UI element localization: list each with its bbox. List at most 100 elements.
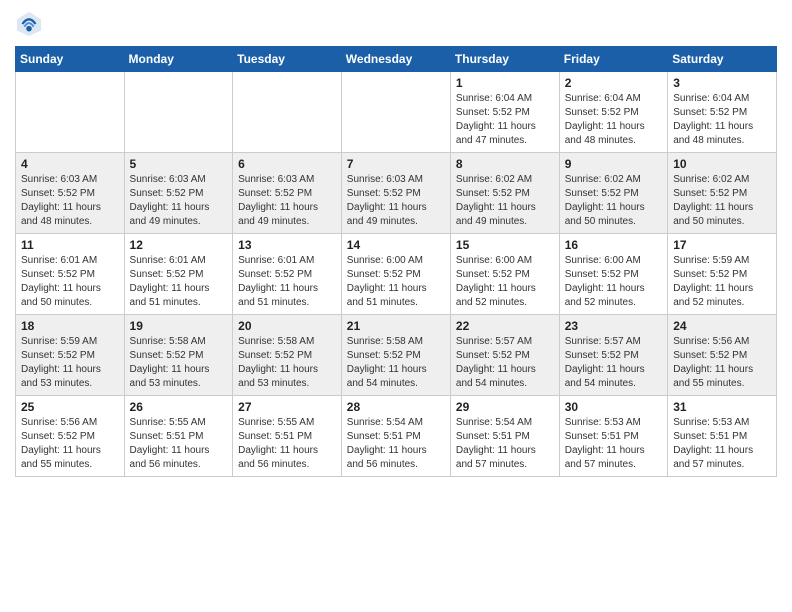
day-number: 27 [238,400,336,414]
day-number: 4 [21,157,119,171]
day-header-friday: Friday [559,47,667,72]
calendar-week-3: 11 Sunrise: 6:01 AM Sunset: 5:52 PM Dayli… [16,234,777,315]
day-info: Sunrise: 5:58 AM Sunset: 5:52 PM Dayligh… [238,335,336,391]
day-number: 10 [673,157,771,171]
calendar-cell [341,72,450,153]
day-info: Sunrise: 6:04 AM Sunset: 5:52 PM Dayligh… [456,92,554,148]
day-number: 6 [238,157,336,171]
day-info: Sunrise: 6:00 AM Sunset: 5:52 PM Dayligh… [456,254,554,310]
day-number: 19 [130,319,228,333]
day-number: 30 [565,400,662,414]
day-number: 11 [21,238,119,252]
day-info: Sunrise: 5:54 AM Sunset: 5:51 PM Dayligh… [347,416,445,472]
day-info: Sunrise: 5:58 AM Sunset: 5:52 PM Dayligh… [347,335,445,391]
day-number: 5 [130,157,228,171]
calendar-week-1: 1 Sunrise: 6:04 AM Sunset: 5:52 PM Daylig… [16,72,777,153]
calendar-cell: 17Sunrise: 5:59 AM Sunset: 5:52 PM Dayli… [668,234,777,315]
day-number: 8 [456,157,554,171]
calendar-page: SundayMondayTuesdayWednesdayThursdayFrid… [0,0,792,612]
day-info: Sunrise: 6:00 AM Sunset: 5:52 PM Dayligh… [565,254,662,310]
day-info: Sunrise: 6:03 AM Sunset: 5:52 PM Dayligh… [21,173,119,229]
calendar-week-4: 18 Sunrise: 5:59 AM Sunset: 5:52 PM Dayli… [16,315,777,396]
calendar-cell: 10 Sunrise: 6:02 AM Sunset: 5:52 PM Dayli… [668,153,777,234]
calendar-cell: 4 Sunrise: 6:03 AM Sunset: 5:52 PM Daylig… [16,153,125,234]
day-number: 21 [347,319,445,333]
calendar-week-2: 4 Sunrise: 6:03 AM Sunset: 5:52 PM Daylig… [16,153,777,234]
day-info: Sunrise: 6:02 AM Sunset: 5:52 PM Dayligh… [565,173,662,229]
calendar-cell: 30 Sunrise: 5:53 AM Sunset: 5:51 PM Dayli… [559,396,667,477]
day-info: Sunrise: 6:04 AM Sunset: 5:52 PM Dayligh… [565,92,662,148]
calendar-cell: 11 Sunrise: 6:01 AM Sunset: 5:52 PM Dayli… [16,234,125,315]
day-header-saturday: Saturday [668,47,777,72]
day-number: 25 [21,400,119,414]
calendar-cell: 14 Sunrise: 6:00 AM Sunset: 5:52 PM Dayli… [341,234,450,315]
day-number: 18 [21,319,119,333]
day-info: Sunrise: 5:56 AM Sunset: 5:52 PM Dayligh… [673,335,771,391]
calendar-cell: 23 Sunrise: 5:57 AM Sunset: 5:52 PM Dayli… [559,315,667,396]
day-info: Sunrise: 6:01 AM Sunset: 5:52 PM Dayligh… [21,254,119,310]
day-number: 15 [456,238,554,252]
day-number: 3 [673,76,771,90]
day-number: 22 [456,319,554,333]
calendar-header-row: SundayMondayTuesdayWednesdayThursdayFrid… [16,47,777,72]
day-info: Sunrise: 5:53 AM Sunset: 5:51 PM Dayligh… [565,416,662,472]
day-number: 31 [673,400,771,414]
calendar-table: SundayMondayTuesdayWednesdayThursdayFrid… [15,46,777,477]
calendar-cell: 19 Sunrise: 5:58 AM Sunset: 5:52 PM Dayli… [124,315,233,396]
day-number: 13 [238,238,336,252]
day-info: Sunrise: 5:53 AM Sunset: 5:51 PM Dayligh… [673,416,771,472]
day-number: 1 [456,76,554,90]
calendar-cell: 15 Sunrise: 6:00 AM Sunset: 5:52 PM Dayli… [450,234,559,315]
logo-icon [15,10,43,38]
day-info: Sunrise: 6:03 AM Sunset: 5:52 PM Dayligh… [347,173,445,229]
day-info: Sunrise: 5:59 AM Sunset: 5:52 PM Dayligh… [21,335,119,391]
day-info: Sunrise: 5:58 AM Sunset: 5:52 PM Dayligh… [130,335,228,391]
calendar-cell: 18 Sunrise: 5:59 AM Sunset: 5:52 PM Dayli… [16,315,125,396]
calendar-cell: 8Sunrise: 6:02 AM Sunset: 5:52 PM Daylig… [450,153,559,234]
calendar-cell: 2 Sunrise: 6:04 AM Sunset: 5:52 PM Daylig… [559,72,667,153]
day-number: 29 [456,400,554,414]
calendar-cell: 24 Sunrise: 5:56 AM Sunset: 5:52 PM Dayli… [668,315,777,396]
day-info: Sunrise: 6:00 AM Sunset: 5:52 PM Dayligh… [347,254,445,310]
day-number: 23 [565,319,662,333]
calendar-cell: 13 Sunrise: 6:01 AM Sunset: 5:52 PM Dayli… [233,234,342,315]
calendar-cell: 16 Sunrise: 6:00 AM Sunset: 5:52 PM Dayli… [559,234,667,315]
calendar-cell: 26 Sunrise: 5:55 AM Sunset: 5:51 PM Dayli… [124,396,233,477]
day-info: Sunrise: 5:55 AM Sunset: 5:51 PM Dayligh… [130,416,228,472]
day-header-monday: Monday [124,47,233,72]
day-info: Sunrise: 6:01 AM Sunset: 5:52 PM Dayligh… [238,254,336,310]
day-number: 2 [565,76,662,90]
day-number: 28 [347,400,445,414]
calendar-cell: 3Sunrise: 6:04 AM Sunset: 5:52 PM Daylig… [668,72,777,153]
day-info: Sunrise: 6:01 AM Sunset: 5:52 PM Dayligh… [130,254,228,310]
calendar-cell: 7 Sunrise: 6:03 AM Sunset: 5:52 PM Daylig… [341,153,450,234]
calendar-cell: 9 Sunrise: 6:02 AM Sunset: 5:52 PM Daylig… [559,153,667,234]
day-info: Sunrise: 6:02 AM Sunset: 5:52 PM Dayligh… [673,173,771,229]
day-number: 16 [565,238,662,252]
calendar-cell: 31 Sunrise: 5:53 AM Sunset: 5:51 PM Dayli… [668,396,777,477]
day-info: Sunrise: 5:56 AM Sunset: 5:52 PM Dayligh… [21,416,119,472]
day-number: 9 [565,157,662,171]
day-info: Sunrise: 6:03 AM Sunset: 5:52 PM Dayligh… [130,173,228,229]
calendar-week-5: 25 Sunrise: 5:56 AM Sunset: 5:52 PM Dayli… [16,396,777,477]
day-info: Sunrise: 5:57 AM Sunset: 5:52 PM Dayligh… [456,335,554,391]
calendar-cell: 12 Sunrise: 6:01 AM Sunset: 5:52 PM Dayli… [124,234,233,315]
day-info: Sunrise: 5:59 AM Sunset: 5:52 PM Dayligh… [673,254,771,310]
calendar-cell: 22 Sunrise: 5:57 AM Sunset: 5:52 PM Dayli… [450,315,559,396]
calendar-cell: 29 Sunrise: 5:54 AM Sunset: 5:51 PM Dayli… [450,396,559,477]
day-number: 24 [673,319,771,333]
calendar-cell [233,72,342,153]
calendar-cell: 28 Sunrise: 5:54 AM Sunset: 5:51 PM Dayli… [341,396,450,477]
day-number: 14 [347,238,445,252]
day-header-thursday: Thursday [450,47,559,72]
day-number: 7 [347,157,445,171]
day-info: Sunrise: 5:57 AM Sunset: 5:52 PM Dayligh… [565,335,662,391]
calendar-cell: 20Sunrise: 5:58 AM Sunset: 5:52 PM Dayli… [233,315,342,396]
calendar-cell [16,72,125,153]
day-info: Sunrise: 5:54 AM Sunset: 5:51 PM Dayligh… [456,416,554,472]
day-info: Sunrise: 5:55 AM Sunset: 5:51 PM Dayligh… [238,416,336,472]
day-number: 12 [130,238,228,252]
logo [15,10,47,38]
day-header-sunday: Sunday [16,47,125,72]
day-number: 26 [130,400,228,414]
